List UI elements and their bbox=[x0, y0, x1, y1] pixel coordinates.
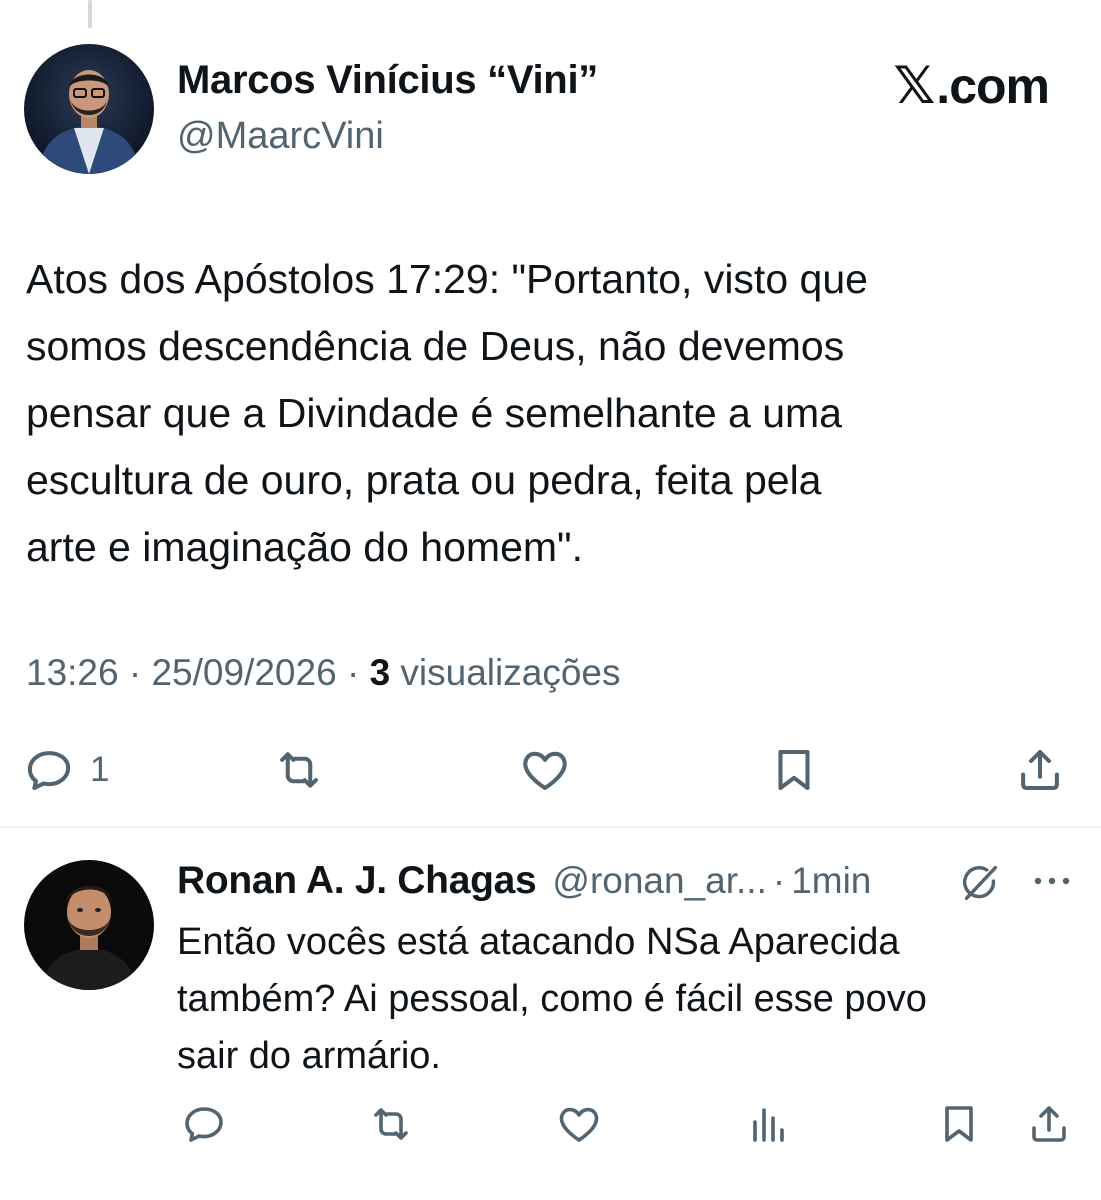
reply-author-name[interactable]: Ronan A. J. Chagas bbox=[177, 859, 537, 903]
reply-icon bbox=[27, 751, 71, 791]
reply-text-line: sair do armário. bbox=[177, 1035, 441, 1077]
grok-icon[interactable] bbox=[957, 860, 1003, 906]
tweet-text-line: arte e imaginação do homem". bbox=[26, 524, 583, 570]
tweet-date[interactable]: 25/09/2026 bbox=[151, 652, 336, 693]
thread-connector-line bbox=[88, 0, 92, 28]
like-button[interactable] bbox=[518, 740, 572, 800]
reply-header: Ronan A. J. Chagas @ronan_ar... · 1min bbox=[177, 858, 871, 904]
repost-icon bbox=[280, 752, 318, 788]
reply-bookmark-button[interactable] bbox=[935, 1100, 983, 1148]
views-count: 3 bbox=[369, 652, 391, 693]
reply-button[interactable]: 1 bbox=[22, 740, 109, 800]
brand-domain: .com bbox=[936, 58, 1050, 114]
reply-icon bbox=[185, 1107, 223, 1142]
brand-label: 𝕏 .com bbox=[893, 56, 1050, 116]
tweet-meta: 13:26 · 25/09/2026 · 3 visualizações bbox=[26, 652, 620, 694]
tweet-text-line: pensar que a Divindade é semelhante a um… bbox=[26, 390, 842, 436]
repost-icon bbox=[374, 1108, 408, 1140]
reply-like-button[interactable] bbox=[555, 1100, 603, 1148]
tweet-text-line: escultura de ouro, prata ou pedra, feita… bbox=[26, 457, 822, 503]
section-divider bbox=[0, 826, 1101, 828]
views-icon bbox=[753, 1108, 784, 1142]
author-handle[interactable]: @MaarcVini bbox=[177, 115, 384, 158]
repost-button[interactable] bbox=[272, 740, 326, 800]
avatar[interactable] bbox=[24, 44, 154, 174]
share-icon bbox=[1021, 749, 1059, 791]
reply-repost-button[interactable] bbox=[367, 1100, 415, 1148]
reply-views-button[interactable] bbox=[745, 1100, 793, 1148]
x-logo-icon: 𝕏 bbox=[893, 56, 935, 116]
reply-author-handle[interactable]: @ronan_ar... bbox=[552, 860, 766, 902]
reply-text-line: também? Ai pessoal, como é fácil esse po… bbox=[177, 978, 927, 1020]
meta-separator: · bbox=[346, 652, 360, 693]
bookmark-icon bbox=[778, 749, 810, 791]
share-button[interactable] bbox=[1013, 740, 1067, 800]
reply-avatar[interactable] bbox=[24, 860, 154, 990]
bookmark-icon bbox=[945, 1106, 973, 1142]
reply-reply-button[interactable] bbox=[180, 1100, 228, 1148]
tweet-text-line: Atos dos Apóstolos 17:29: "Portanto, vis… bbox=[26, 256, 868, 302]
reply-text: Então vocês está atacando NSa Aparecida … bbox=[177, 914, 1087, 1085]
tweet-actions: 1 bbox=[0, 740, 1101, 800]
reply-actions bbox=[0, 1100, 1101, 1150]
heart-icon bbox=[559, 1107, 599, 1142]
reply-time[interactable]: 1min bbox=[791, 860, 871, 902]
reply-share-button[interactable] bbox=[1025, 1100, 1073, 1148]
meta-separator: · bbox=[772, 860, 786, 901]
tweet-time[interactable]: 13:26 bbox=[26, 652, 119, 693]
reply-count: 1 bbox=[90, 750, 110, 789]
tweet-text: Atos dos Apóstolos 17:29: "Portanto, vis… bbox=[26, 246, 1086, 581]
reply-text-line: Então vocês está atacando NSa Aparecida bbox=[177, 921, 900, 963]
tweet-text-line: somos descendência de Deus, não devemos bbox=[26, 323, 845, 369]
meta-separator: · bbox=[128, 652, 142, 693]
more-options-icon[interactable] bbox=[1028, 866, 1076, 896]
author-name[interactable]: Marcos Vinícius “Vini” bbox=[177, 58, 598, 103]
views-label: visualizações bbox=[400, 652, 621, 693]
share-icon bbox=[1032, 1106, 1066, 1142]
bookmark-button[interactable] bbox=[767, 740, 821, 800]
heart-icon bbox=[523, 751, 567, 791]
